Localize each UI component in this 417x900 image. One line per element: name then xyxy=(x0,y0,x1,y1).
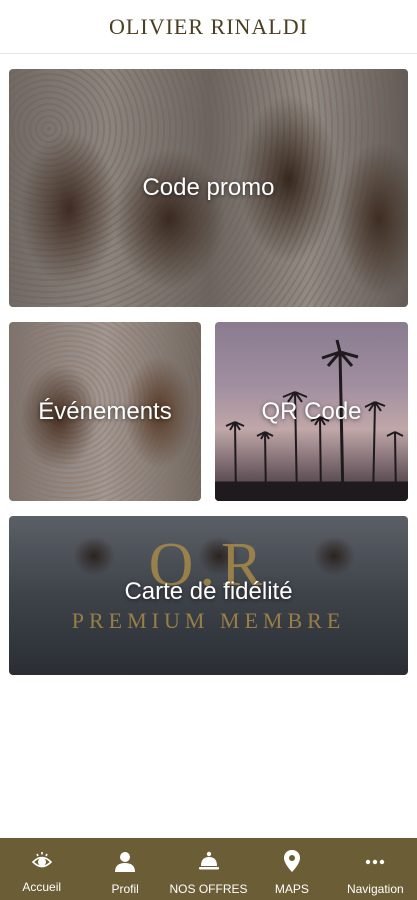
evenements-label: Événements xyxy=(38,397,172,425)
evenements-tile[interactable]: Événements xyxy=(9,322,201,501)
bottom-navigation-bar: Accueil Profil NOS OFFRES MAPS Navigatio… xyxy=(0,838,417,900)
code-promo-tile[interactable]: Code promo xyxy=(9,69,408,307)
nav-navigation[interactable]: Navigation xyxy=(334,838,417,900)
nav-accueil[interactable]: Accueil xyxy=(0,838,83,900)
nav-profil-label: Profil xyxy=(111,882,139,896)
nav-profil[interactable]: Profil xyxy=(83,838,166,900)
nav-maps-label: MAPS xyxy=(274,882,309,896)
code-promo-label: Code promo xyxy=(142,174,275,201)
eye-icon xyxy=(31,852,52,868)
nav-accueil-label: Accueil xyxy=(22,880,62,894)
service-bell-icon xyxy=(198,851,219,870)
app-title: OLIVIER RINALDI xyxy=(109,13,308,39)
nav-nos-offres-label: NOS OFFRES xyxy=(169,882,248,896)
nav-maps[interactable]: MAPS xyxy=(250,838,333,900)
carte-de-fidelite-tile[interactable]: O.R PREMIUM MEMBRE Carte de fidélité xyxy=(9,516,408,675)
app-header: OLIVIER RINALDI xyxy=(0,0,417,54)
nav-nos-offres[interactable]: NOS OFFRES xyxy=(167,838,250,900)
nav-navigation-label: Navigation xyxy=(346,882,404,896)
carte-de-fidelite-label: Carte de fidélité xyxy=(124,577,293,605)
map-pin-icon xyxy=(283,850,300,872)
user-icon xyxy=(115,852,136,872)
qr-code-tile[interactable]: QR Code xyxy=(215,322,408,501)
premium-membre-text: PREMIUM MEMBRE xyxy=(71,608,346,633)
more-dots-icon xyxy=(366,859,385,865)
qr-code-label: QR Code xyxy=(261,397,362,425)
